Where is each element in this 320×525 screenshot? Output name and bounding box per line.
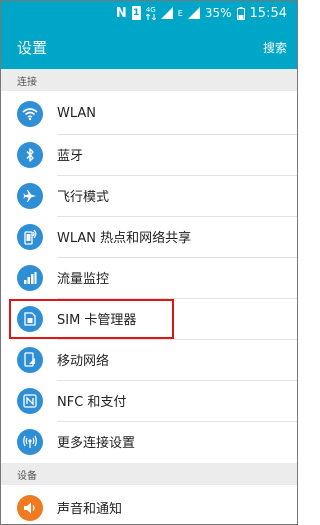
battery-icon [236, 6, 245, 20]
sim-status-icon: 1 [131, 6, 141, 20]
settings-item-sound[interactable]: 声音和通知 [1, 487, 297, 524]
settings-item-label: 飞行模式 [57, 190, 110, 205]
settings-item-bluetooth[interactable]: 蓝牙 [1, 134, 297, 175]
clock: 15:54 [249, 5, 287, 21]
airplane-icon [17, 182, 43, 209]
wifi-icon [17, 100, 43, 127]
hotspot-icon [17, 223, 43, 250]
settings-item-label: NFC 和支付 [57, 395, 127, 410]
nfc-status-icon: N [115, 5, 127, 21]
settings-item-hotspot[interactable]: WLAN 热点和网络共享 [1, 216, 297, 257]
settings-item-label: 更多连接设置 [57, 436, 136, 451]
page-title: 设置 [17, 38, 48, 57]
data-e-icon: E [177, 8, 183, 18]
network-type-label: 4G [145, 5, 156, 14]
section-header-device: 设备 [1, 463, 297, 485]
battery-percent: 35% [204, 6, 232, 20]
settings-screen: N 1 4G E 35% 15:54 设置 搜索 连接 WLAN 蓝牙 飞行模式… [0, 0, 298, 525]
settings-item-label: 移动网络 [57, 354, 110, 369]
section-header-connections: 连接 [1, 69, 297, 91]
settings-item-label: WLAN 热点和网络共享 [57, 231, 192, 246]
bluetooth-icon [17, 141, 43, 168]
network-type-icon: 4G [145, 5, 156, 20]
more-connections-icon [17, 428, 43, 455]
signal2-icon [187, 6, 200, 20]
settings-item-label: WLAN [57, 106, 97, 121]
mobile-network-icon [17, 346, 43, 373]
search-button[interactable]: 搜索 [263, 39, 287, 56]
settings-item-label: 蓝牙 [57, 149, 84, 164]
settings-item-label: 声音和通知 [57, 502, 123, 517]
nfc-icon [17, 387, 43, 414]
settings-item-more-connections[interactable]: 更多连接设置 [1, 421, 297, 462]
app-bar: 设置 搜索 [1, 25, 297, 69]
status-bar: N 1 4G E 35% 15:54 [1, 1, 297, 25]
settings-item-label: 流量监控 [57, 272, 110, 287]
settings-item-airplane-mode[interactable]: 飞行模式 [1, 175, 297, 216]
settings-item-nfc[interactable]: NFC 和支付 [1, 380, 297, 421]
settings-item-wlan[interactable]: WLAN [1, 93, 297, 134]
highlight-box [9, 299, 174, 339]
settings-item-mobile-network[interactable]: 移动网络 [1, 339, 297, 380]
signal-icon [160, 6, 173, 20]
data-usage-icon [17, 264, 43, 291]
sound-icon [17, 494, 43, 521]
settings-item-data-usage[interactable]: 流量监控 [1, 257, 297, 298]
